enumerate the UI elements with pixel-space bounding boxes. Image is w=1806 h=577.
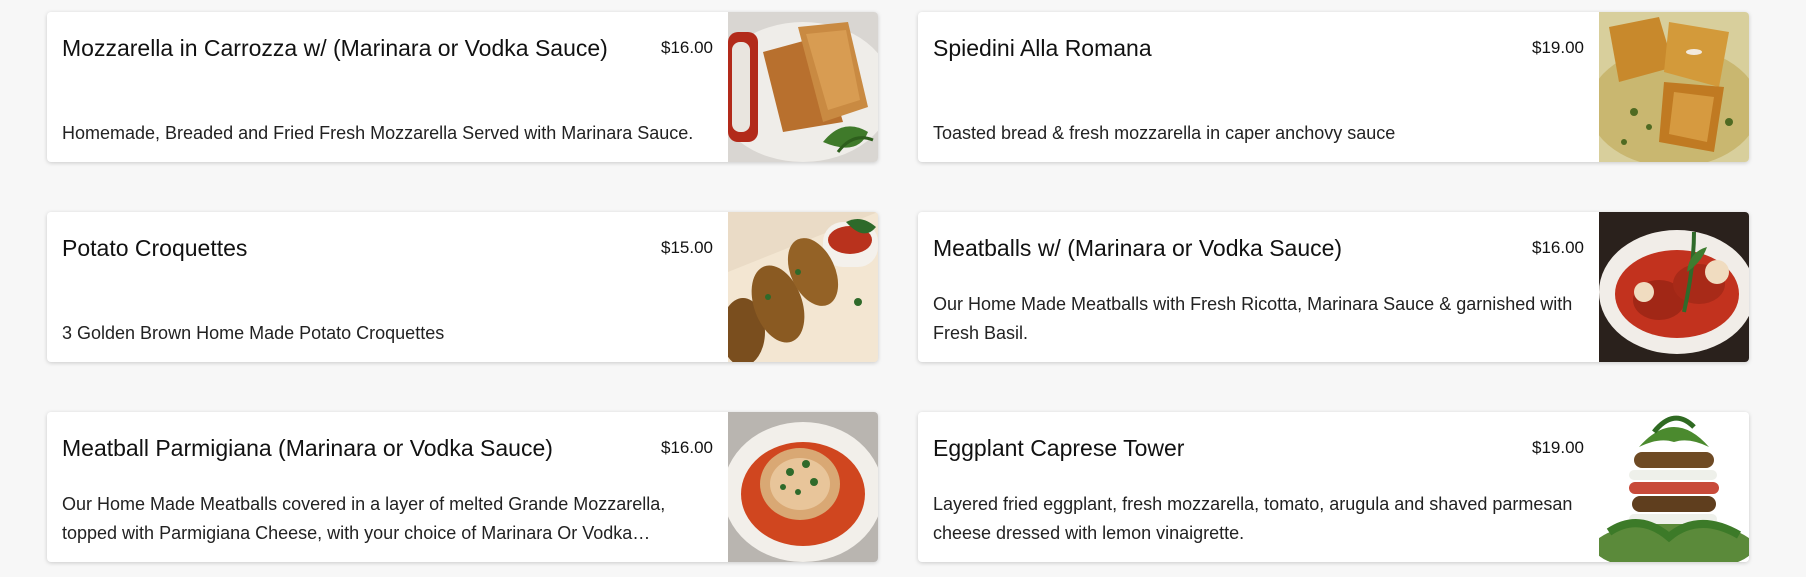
menu-item-name: Eggplant Caprese Tower (933, 435, 1185, 461)
menu-item-price: $16.00 (661, 438, 713, 457)
menu-item-name: Potato Croquettes (62, 235, 248, 261)
menu-item-name: Meatballs w/ (Marinara or Vodka Sauce) (933, 235, 1343, 261)
menu-item-price: $16.00 (1532, 238, 1584, 257)
spiedini-photo[interactable] (1599, 12, 1749, 162)
croquettes-photo[interactable] (728, 212, 878, 362)
menu-item-description: Homemade, Breaded and Fried Fresh Mozzar… (62, 123, 694, 143)
menu-grid: Mozzarella in Carrozza w/ (Marinara or V… (47, 12, 1749, 562)
menu-item-price: $19.00 (1532, 438, 1584, 457)
menu-item-description: Our Home Made Meatballs with Fresh Ricot… (933, 294, 1573, 343)
menu-item-card[interactable]: Mozzarella in Carrozza w/ (Marinara or V… (47, 12, 878, 162)
menu-item-card[interactable]: Meatball Parmigiana (Marinara or Vodka S… (47, 412, 878, 562)
menu-item-price: $15.00 (661, 238, 713, 257)
menu-item-card[interactable]: Eggplant Caprese Tower $19.00 Layered fr… (918, 412, 1749, 562)
meatball-parmigiana-photo[interactable] (728, 412, 878, 562)
fried-mozzarella-photo[interactable] (728, 12, 878, 162)
menu-item-name: Spiedini Alla Romana (933, 35, 1152, 61)
menu-item-name: Meatball Parmigiana (Marinara or Vodka S… (62, 435, 553, 461)
menu-item-name: Mozzarella in Carrozza w/ (Marinara or V… (62, 35, 608, 61)
menu-item-price: $16.00 (661, 38, 713, 57)
menu-item-card[interactable]: Potato Croquettes $15.00 3 Golden Brown … (47, 212, 878, 362)
menu-item-card[interactable]: Spiedini Alla Romana $19.00 Toasted brea… (918, 12, 1749, 162)
eggplant-tower-photo[interactable] (1599, 412, 1749, 562)
menu-item-description: Toasted bread & fresh mozzarella in cape… (933, 123, 1396, 143)
menu-item-description: 3 Golden Brown Home Made Potato Croquett… (62, 323, 445, 343)
menu-item-description: Layered fried eggplant, fresh mozzarella… (933, 494, 1573, 543)
menu-item-price: $19.00 (1532, 38, 1584, 57)
meatballs-photo[interactable] (1599, 212, 1749, 362)
menu-item-card[interactable]: Meatballs w/ (Marinara or Vodka Sauce) $… (918, 212, 1749, 362)
menu-item-description: Our Home Made Meatballs covered in a lay… (62, 494, 666, 543)
